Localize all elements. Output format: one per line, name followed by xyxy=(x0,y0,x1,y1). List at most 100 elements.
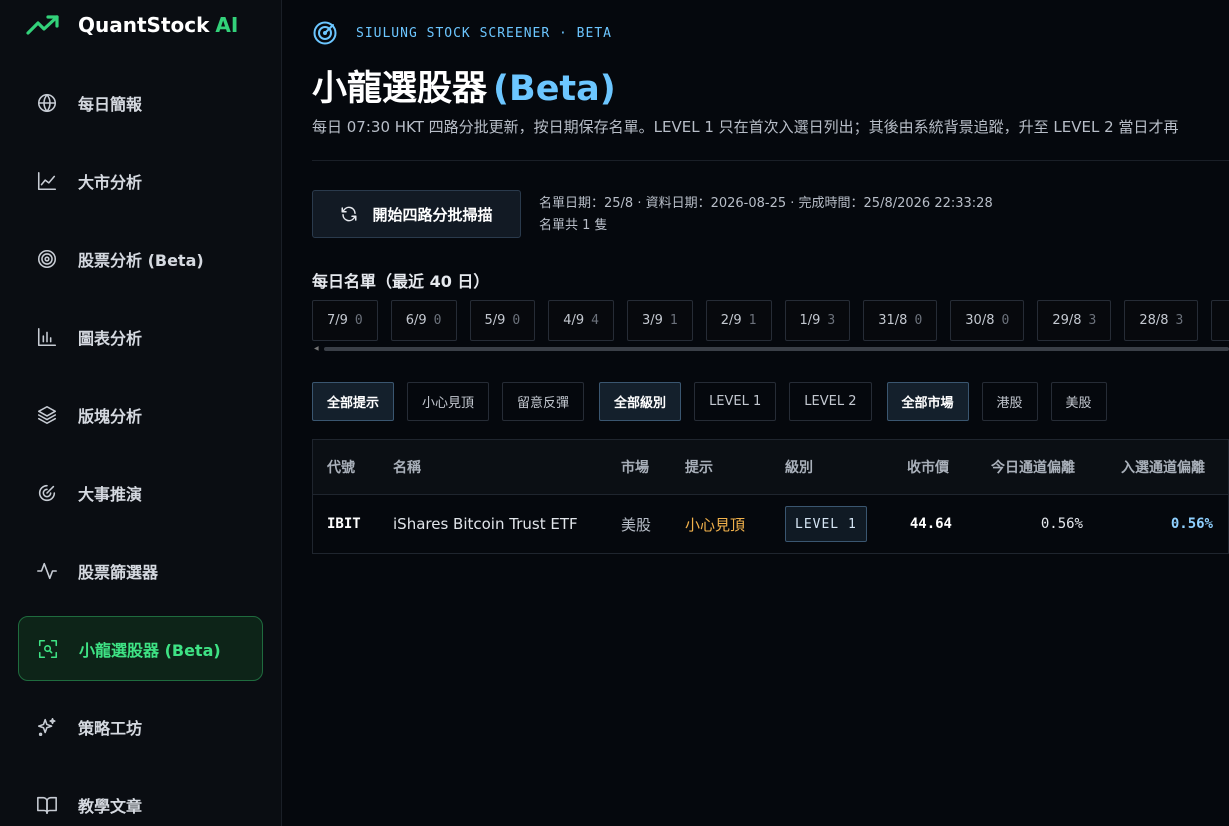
header-price[interactable]: 收市價 xyxy=(907,457,949,477)
date-chip-partial[interactable] xyxy=(1211,300,1229,341)
cell-name: iShares Bitcoin Trust ETF xyxy=(393,515,578,533)
sparkles-icon xyxy=(36,716,58,738)
sidebar-item-label: 版塊分析 xyxy=(78,406,143,426)
sidebar-item-label: 大市分析 xyxy=(78,172,143,192)
sidebar-item-market-analysis[interactable]: 大市分析 xyxy=(18,148,263,213)
header-market[interactable]: 市場 xyxy=(621,457,649,477)
filter-market-hk[interactable]: 港股 xyxy=(981,382,1038,421)
book-icon xyxy=(36,794,58,816)
filter-hint-all[interactable]: 全部提示 xyxy=(312,382,395,421)
brand-logo[interactable]: QuantStock AI xyxy=(26,10,238,40)
scan-meta-count: 名單共 1 隻 xyxy=(539,218,608,233)
cell-code: IBIT xyxy=(327,516,361,532)
divider xyxy=(312,160,1229,161)
date-count: 3 xyxy=(1175,313,1184,328)
date-chip[interactable]: 4/9 4 xyxy=(548,300,614,341)
radar-icon xyxy=(36,482,58,504)
globe-icon xyxy=(36,92,58,114)
sidebar-item-stock-analysis[interactable]: 股票分析 (Beta) xyxy=(18,226,263,291)
filter-level-all[interactable]: 全部級別 xyxy=(599,382,682,421)
header-level[interactable]: 級別 xyxy=(785,457,813,477)
sidebar: QuantStock AI 每日簡報 大市分析 股票分析 (Beta) 圖表分析 … xyxy=(0,0,282,826)
sidebar-item-event-simulation[interactable]: 大事推演 xyxy=(18,460,263,525)
radar-icon xyxy=(313,21,337,45)
target-icon xyxy=(36,248,58,270)
scan-meta: 名單日期：25/8 · 資料日期：2026-08-25 · 完成時間：25/8/… xyxy=(539,193,993,237)
date-chip[interactable]: 5/9 0 xyxy=(469,300,536,341)
filter-hint-top[interactable]: 小心見頂 xyxy=(407,382,490,421)
table-header-row: 代號 名稱 市場 提示 級別 收市價 今日通道偏離 入選通道偏離 xyxy=(313,440,1228,495)
sidebar-item-label: 股票分析 (Beta) xyxy=(78,250,204,270)
sidebar-nav: 每日簡報 大市分析 股票分析 (Beta) 圖表分析 版塊分析 大事推演 股票篩… xyxy=(18,70,263,826)
eyebrow: SIULUNG STOCK SCREENER · BETA xyxy=(312,20,612,46)
sidebar-item-label: 策略工坊 xyxy=(78,718,143,738)
date-label: 7/9 xyxy=(327,313,348,328)
date-count: 3 xyxy=(827,313,836,328)
sidebar-item-daily-brief[interactable]: 每日簡報 xyxy=(18,70,263,135)
date-label: 4/9 xyxy=(563,313,585,328)
cell-entry-deviation: 0.56% xyxy=(1170,516,1213,532)
date-label: 2/9 xyxy=(720,313,742,328)
date-chip[interactable]: 7/9 0 xyxy=(312,300,378,341)
daily-list-title: 每日名單（最近 40 日） xyxy=(312,272,490,291)
date-chip[interactable]: 31/8 0 xyxy=(863,300,938,341)
date-count: 0 xyxy=(433,313,442,328)
header-entry-deviation[interactable]: 入選通道偏離 xyxy=(1121,457,1205,477)
eyebrow-text: SIULUNG STOCK SCREENER · BETA xyxy=(356,25,612,41)
cell-hint: 小心見頂 xyxy=(685,515,746,534)
level-badge: LEVEL 1 xyxy=(785,506,867,542)
filter-bar: 全部提示 小心見頂 留意反彈 全部級別 LEVEL 1 LEVEL 2 全部市場… xyxy=(312,382,1120,421)
results-table: 代號 名稱 市場 提示 級別 收市價 今日通道偏離 入選通道偏離 IBIT iS… xyxy=(312,439,1229,554)
date-chip[interactable]: 1/9 3 xyxy=(784,300,851,341)
date-count: 4 xyxy=(591,313,599,328)
sidebar-item-label: 教學文章 xyxy=(78,796,143,816)
brand-name: QuantStock AI xyxy=(78,13,239,37)
filter-market-all[interactable]: 全部市場 xyxy=(886,382,969,421)
date-label: 29/8 xyxy=(1052,313,1082,328)
cell-market: 美股 xyxy=(621,515,652,534)
line-chart-icon xyxy=(36,170,58,192)
date-count: 0 xyxy=(1001,313,1010,328)
sidebar-item-strategy-workshop[interactable]: 策略工坊 xyxy=(18,694,263,759)
date-chip[interactable]: 6/9 0 xyxy=(390,300,457,341)
scrollbar-thumb[interactable] xyxy=(324,347,1229,351)
header-today-deviation[interactable]: 今日通道偏離 xyxy=(991,457,1075,477)
beta-label: (Beta) xyxy=(493,69,616,109)
bar-chart-icon xyxy=(36,326,58,348)
date-chip[interactable]: 28/8 3 xyxy=(1124,300,1199,341)
sidebar-item-tutorials[interactable]: 教學文章 xyxy=(18,772,263,826)
start-scan-label: 開始四路分批掃描 xyxy=(372,205,493,224)
date-count: 3 xyxy=(1088,313,1097,328)
date-chip[interactable]: 29/8 3 xyxy=(1037,300,1112,341)
date-label: 5/9 xyxy=(484,313,506,328)
date-label: 30/8 xyxy=(965,313,995,328)
sidebar-item-label: 小龍選股器 (Beta) xyxy=(79,640,221,660)
date-chip-list: 7/9 0 6/9 0 5/9 0 4/9 4 3/9 1 2/9 1 1/9 3 31/8 0… xyxy=(312,300,1229,342)
date-label: 28/8 xyxy=(1139,313,1169,328)
sidebar-item-chart-analysis[interactable]: 圖表分析 xyxy=(18,304,263,369)
header-name[interactable]: 名稱 xyxy=(393,457,421,477)
sidebar-item-siulung-screener[interactable]: 小龍選股器 (Beta) xyxy=(18,616,263,681)
filter-level-1[interactable]: LEVEL 1 xyxy=(694,382,777,421)
start-scan-button[interactable]: 開始四路分批掃描 xyxy=(312,190,521,238)
date-chip[interactable]: 30/8 0 xyxy=(950,300,1025,341)
filter-level-2[interactable]: LEVEL 2 xyxy=(789,382,872,421)
page-title: 小龍選股器 (Beta) xyxy=(312,69,616,109)
scroll-left-icon[interactable]: ◀ xyxy=(314,346,319,352)
filter-market-us[interactable]: 美股 xyxy=(1050,382,1107,421)
cell-today-deviation: 0.56% xyxy=(1040,516,1083,532)
date-chip[interactable]: 3/9 1 xyxy=(627,300,693,341)
sidebar-item-label: 圖表分析 xyxy=(78,328,143,348)
scan-meta-dates: 名單日期：25/8 · 資料日期：2026-08-25 · 完成時間：25/8/… xyxy=(539,196,993,211)
header-code[interactable]: 代號 xyxy=(327,457,355,477)
date-label: 31/8 xyxy=(878,313,908,328)
sidebar-item-stock-screener[interactable]: 股票篩選器 xyxy=(18,538,263,603)
horizontal-scrollbar[interactable]: ◀ xyxy=(312,346,1229,352)
table-row[interactable]: IBIT iShares Bitcoin Trust ETF 美股 小心見頂 L… xyxy=(313,495,1228,553)
sidebar-item-sector-analysis[interactable]: 版塊分析 xyxy=(18,382,263,447)
trending-up-icon xyxy=(26,15,59,35)
refresh-icon xyxy=(341,206,357,222)
header-hint[interactable]: 提示 xyxy=(685,457,713,477)
date-chip[interactable]: 2/9 1 xyxy=(705,300,772,341)
filter-hint-rebound[interactable]: 留意反彈 xyxy=(502,382,585,421)
